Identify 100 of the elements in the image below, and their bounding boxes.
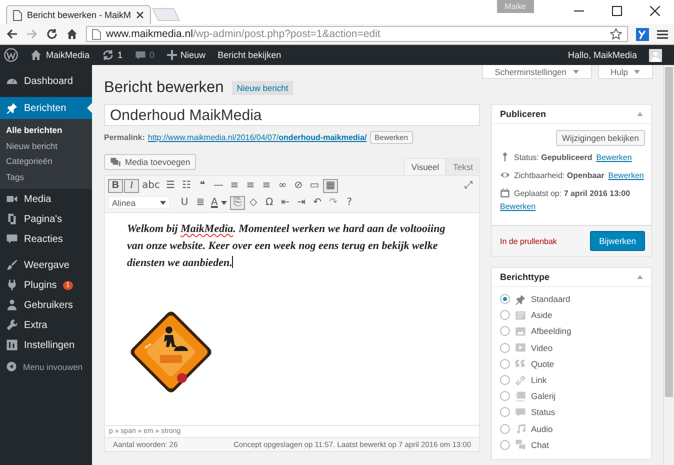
comments-link[interactable]: 0 <box>134 50 155 60</box>
toolbar-button[interactable]: ≡ <box>242 178 258 192</box>
toolbar-button[interactable]: Ω <box>262 196 277 210</box>
sidebar-item[interactable]: Gebruikers <box>0 295 92 315</box>
radio-button[interactable] <box>500 358 510 369</box>
home-icon <box>30 49 42 61</box>
updates-link[interactable]: 1 <box>102 49 123 61</box>
radio-button[interactable] <box>500 375 510 386</box>
toolbar-button[interactable]: ▭ <box>306 178 322 192</box>
toolbar-button[interactable]: ⇤ <box>278 196 293 210</box>
toolbar-button[interactable]: ? <box>342 196 357 210</box>
plus-icon <box>166 50 177 60</box>
trash-link[interactable]: In de prullenbak <box>500 236 557 246</box>
maximize-icon[interactable] <box>612 6 622 16</box>
submenu-item[interactable]: Categorieën <box>0 154 92 170</box>
collapse-arrow-icon[interactable] <box>637 112 643 116</box>
toolbar-button[interactable]: ⎘ <box>230 196 245 210</box>
editor-tab[interactable]: Tekst <box>446 158 480 175</box>
submenu-item[interactable]: Nieuw bericht <box>0 138 92 154</box>
editor-tab[interactable]: Visueel <box>404 158 446 175</box>
scrollbar[interactable] <box>663 65 674 465</box>
account-link[interactable]: Hallo, MaikMedia <box>568 50 637 60</box>
toolbar-button[interactable]: ⇥ <box>294 196 309 210</box>
text-color-button[interactable]: A <box>209 196 229 210</box>
submenu-item[interactable]: Tags <box>0 170 92 185</box>
address-field[interactable]: www.maikmedia.nl/wp-admin/post.php?post=1&action=edit <box>86 26 628 42</box>
format-label: Audio <box>531 424 553 434</box>
sliders-icon <box>6 339 18 351</box>
toolbar-button[interactable]: B <box>108 178 123 192</box>
home-icon[interactable] <box>66 28 78 40</box>
toolbar-button[interactable]: ⤢ <box>461 178 476 192</box>
submenu-item[interactable]: Alle berichten <box>0 123 92 138</box>
toolbar-button[interactable]: I <box>124 178 139 192</box>
update-button[interactable]: Bijwerken <box>590 231 645 251</box>
toolbar-button[interactable]: ≣ <box>193 196 208 210</box>
toolbar-button[interactable]: ≡ <box>258 178 274 192</box>
toolbar-button[interactable]: U <box>177 196 192 210</box>
view-post-link[interactable]: Bericht bekijken <box>218 50 282 60</box>
reload-icon[interactable] <box>46 28 58 40</box>
permalink-link[interactable]: http://www.maikmedia.nl/2016/04/07/onderhoud-maikmedia/ <box>148 132 367 142</box>
radio-button[interactable] <box>500 424 510 434</box>
menu-icon[interactable] <box>657 28 668 40</box>
screen-options-tab[interactable]: Scherminstellingen <box>482 65 592 79</box>
sidebar-item[interactable]: Reacties <box>0 229 92 249</box>
caret-icon <box>572 70 579 74</box>
toolbar-button[interactable]: ∞ <box>274 178 290 192</box>
radio-button[interactable] <box>500 391 510 402</box>
permalink-label: Permalink: <box>104 132 145 142</box>
sidebar-item[interactable]: Weergave <box>0 255 92 275</box>
toolbar-button[interactable]: abc <box>140 178 162 192</box>
site-link[interactable]: MaikMedia <box>30 49 90 61</box>
avatar-icon[interactable] <box>649 48 662 62</box>
format-label: Quote <box>531 358 554 369</box>
radio-button[interactable] <box>500 310 510 320</box>
radio-button[interactable] <box>500 407 510 418</box>
extension-icon[interactable] <box>636 28 649 40</box>
radio-button[interactable] <box>500 326 510 336</box>
radio-button[interactable] <box>500 294 510 304</box>
toolbar-button[interactable]: ⊘ <box>290 178 306 192</box>
toolbar-button[interactable]: ▦ <box>322 178 338 192</box>
radio-button[interactable] <box>500 440 510 450</box>
sidebar-item[interactable]: Pagina's <box>0 209 92 229</box>
back-arrow-icon[interactable] <box>6 28 18 40</box>
format-select[interactable]: Alinea <box>108 196 170 209</box>
add-media-button[interactable]: Media toevoegen <box>104 154 196 170</box>
star-icon[interactable] <box>610 28 622 40</box>
add-new-button[interactable]: Nieuw bericht <box>232 81 294 95</box>
toolbar-button[interactable]: ≡ <box>226 178 242 192</box>
new-link[interactable]: Nieuw <box>166 50 206 60</box>
close-icon[interactable] <box>650 6 660 16</box>
publish-detail: Geplaatst op: 7 april 2016 13:00 <box>514 188 630 198</box>
radio-button[interactable] <box>500 342 510 353</box>
collapse-menu-button[interactable]: Menu invouwen <box>0 361 92 372</box>
toolbar-button[interactable]: ☰ <box>162 178 178 192</box>
speech-bubble-icon <box>515 406 526 418</box>
format-label: Chat <box>531 440 549 450</box>
toolbar-button[interactable]: ◇ <box>246 196 261 210</box>
close-icon[interactable] <box>136 11 144 19</box>
pin-icon <box>515 294 526 305</box>
refresh-icon <box>102 49 114 61</box>
browser-tab[interactable]: Bericht bewerken - MaikM <box>6 5 152 24</box>
logo-icon[interactable] <box>4 48 18 62</box>
toolbar-button[interactable]: — <box>210 178 226 192</box>
screen-options-tab[interactable]: Hulp <box>598 65 653 79</box>
title-field[interactable]: Onderhoud MaikMedia <box>104 104 480 126</box>
toolbar-button[interactable]: ↶ <box>310 196 325 210</box>
new-tab-button[interactable] <box>152 8 180 21</box>
toolbar-button[interactable]: ☷ <box>178 178 194 192</box>
quote-icon <box>515 358 526 370</box>
sidebar-item[interactable]: Instellingen <box>0 335 92 355</box>
sidebar-item[interactable]: Berichten <box>0 97 92 119</box>
preview-changes-button[interactable]: Wijzigingen bekijken <box>556 130 645 146</box>
edit-link[interactable]: Bewerken <box>500 202 536 211</box>
toolbar-button[interactable]: ❝ <box>194 178 210 192</box>
edit-link[interactable]: Bewerken <box>596 152 632 162</box>
sidebar-item[interactable]: Extra <box>0 315 92 335</box>
edit-link[interactable]: Bewerken <box>608 170 644 180</box>
sidebar-item[interactable]: Media <box>0 189 92 209</box>
sidebar-item[interactable]: Dashboard <box>0 71 92 91</box>
collapse-arrow-icon[interactable] <box>637 275 643 279</box>
